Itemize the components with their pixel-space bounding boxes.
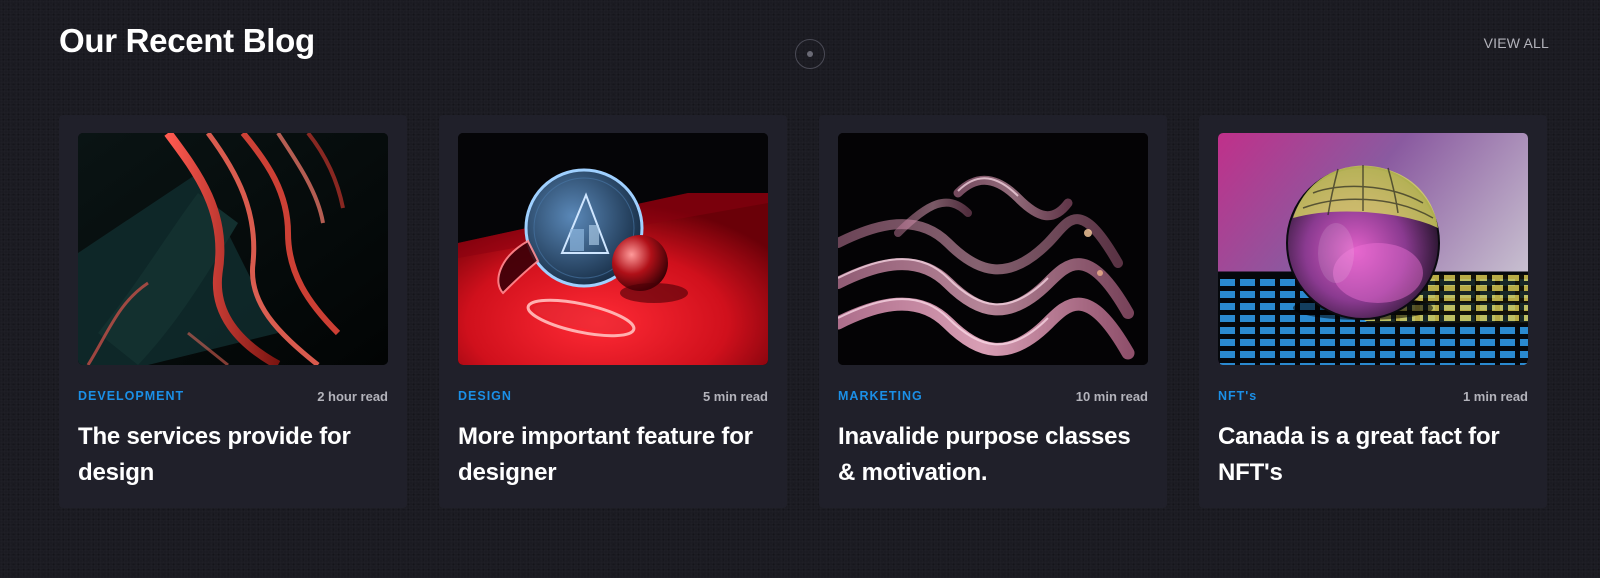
pink-glass-waves-image[interactable] <box>838 133 1148 365</box>
abstract-red-glass-illustration <box>78 133 388 365</box>
post-title[interactable]: The services provide for design <box>78 419 388 491</box>
post-meta: NFT's 1 min read <box>1218 387 1528 405</box>
post-title[interactable]: Inavalide purpose classes & motivation. <box>838 419 1148 491</box>
category-tag[interactable]: DESIGN <box>458 389 512 403</box>
scroll-indicator-icon <box>795 39 825 69</box>
blog-card[interactable]: MARKETING 10 min read Inavalide purpose … <box>819 115 1167 508</box>
blog-card-list: DEVELOPMENT 2 hour read The services pro… <box>59 115 1549 508</box>
post-meta: MARKETING 10 min read <box>838 387 1148 405</box>
scroll-indicator-dot <box>807 51 813 57</box>
glass-shapes-on-red-image[interactable] <box>458 133 768 365</box>
post-title[interactable]: More important feature for designer <box>458 419 768 491</box>
blog-card[interactable]: NFT's 1 min read Canada is a great fact … <box>1199 115 1547 508</box>
read-time: 1 min read <box>1462 388 1528 404</box>
post-title[interactable]: Canada is a great fact for NFT's <box>1218 419 1528 491</box>
glass-shapes-illustration <box>458 133 768 365</box>
view-all-link[interactable]: VIEW ALL <box>1484 35 1549 51</box>
read-time: 10 min read <box>1075 388 1148 404</box>
category-tag[interactable]: NFT's <box>1218 389 1257 403</box>
blog-card[interactable]: DESIGN 5 min read More important feature… <box>439 115 787 508</box>
pink-glass-waves-illustration <box>838 133 1148 365</box>
section-title: Our Recent Blog <box>59 22 315 59</box>
read-time: 2 hour read <box>317 388 388 404</box>
post-meta: DEVELOPMENT 2 hour read <box>78 387 388 405</box>
crystal-sphere-grid-image[interactable] <box>1218 133 1528 365</box>
crystal-sphere-illustration <box>1218 133 1528 365</box>
category-tag[interactable]: DEVELOPMENT <box>78 389 184 403</box>
post-meta: DESIGN 5 min read <box>458 387 768 405</box>
category-tag[interactable]: MARKETING <box>838 389 923 403</box>
blog-card[interactable]: DEVELOPMENT 2 hour read The services pro… <box>59 115 407 508</box>
abstract-red-glass-image[interactable] <box>78 133 388 365</box>
read-time: 5 min read <box>702 388 768 404</box>
